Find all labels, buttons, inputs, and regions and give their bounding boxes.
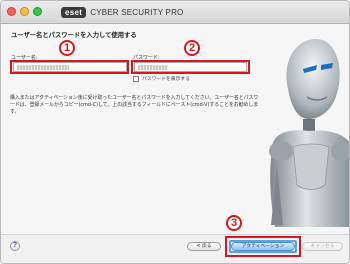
title-bar: eset CYBER SECURITY PRO	[1, 1, 349, 24]
instructions-text: 購入またはアクティベーション後に受け取ったユーザー名とパスワードを入力してくださ…	[10, 95, 259, 116]
show-password-label[interactable]: パスワードを表示する	[142, 75, 190, 82]
app-name: CYBER SECURITY PRO	[90, 7, 184, 17]
username-highlight	[10, 60, 129, 74]
zoom-window-button[interactable]	[33, 7, 42, 16]
page-title: ユーザー名とパスワードを入力して使用する	[11, 32, 137, 39]
activate-highlight	[225, 236, 301, 257]
annotation-badge-3: 3	[226, 215, 242, 231]
annotation-badge-1: 1	[59, 40, 75, 56]
robot-mascot-icon	[269, 38, 349, 227]
minimize-window-button[interactable]	[20, 7, 29, 16]
eset-logo: eset	[61, 6, 87, 18]
cancel-button[interactable]: キャンセル	[302, 242, 343, 251]
help-icon[interactable]: ?	[10, 241, 20, 251]
show-password-checkbox[interactable]	[133, 76, 139, 82]
password-highlight	[131, 60, 250, 74]
back-button[interactable]: < 戻る	[187, 242, 221, 251]
app-brand: eset CYBER SECURITY PRO	[61, 5, 183, 19]
close-window-button[interactable]	[7, 7, 16, 16]
annotation-badge-2: 2	[184, 40, 200, 56]
activation-window: eset CYBER SECURITY PRO ユーザー名とパスワードを入力して…	[0, 0, 350, 264]
